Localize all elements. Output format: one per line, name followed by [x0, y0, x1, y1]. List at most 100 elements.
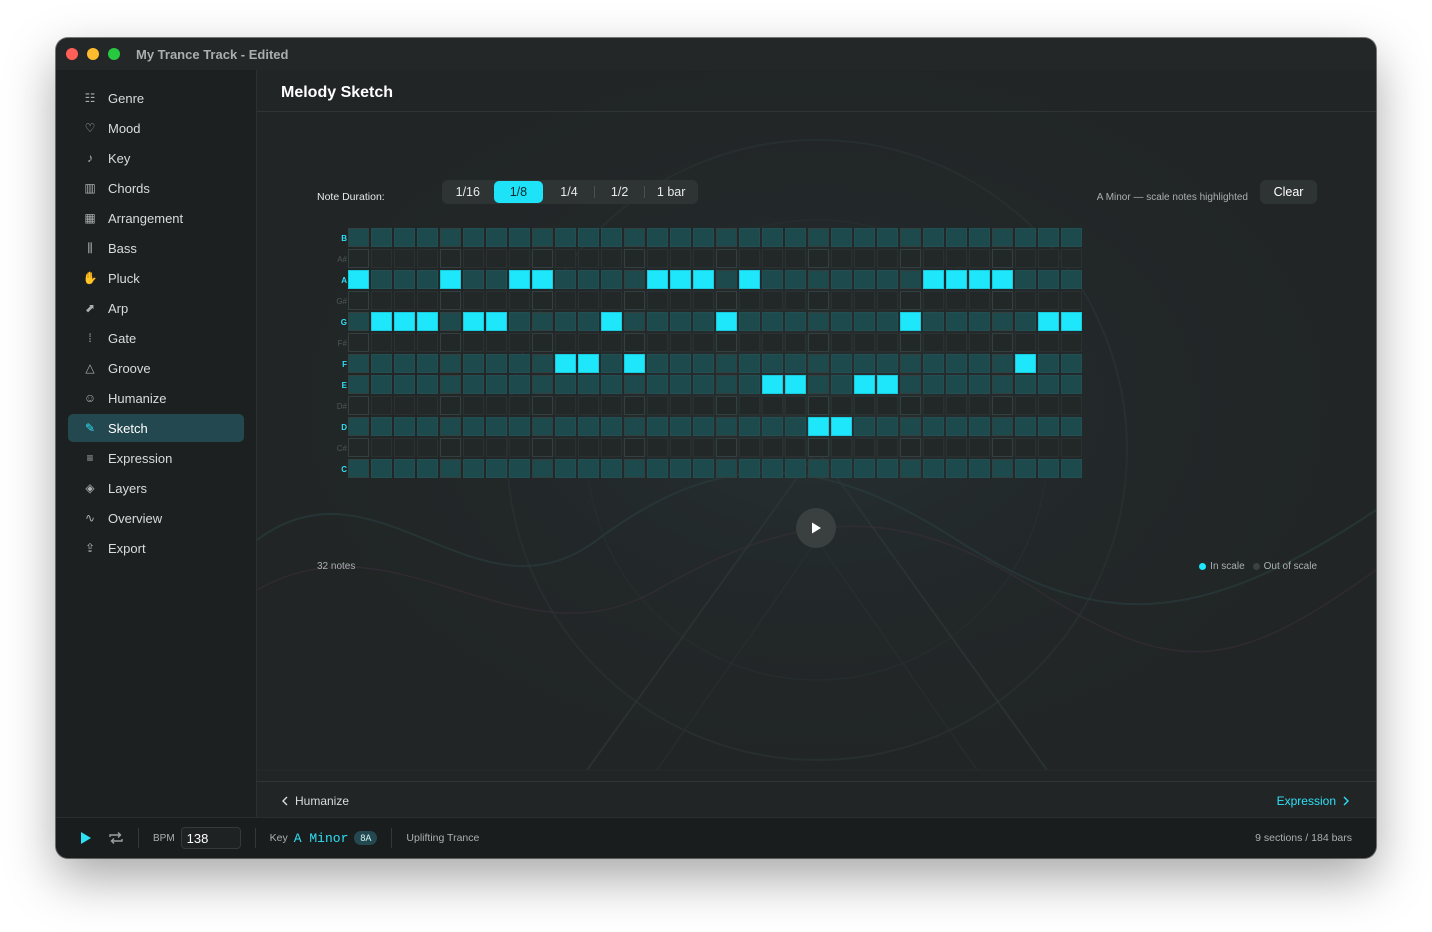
- note-cell[interactable]: [854, 228, 875, 247]
- note-cell[interactable]: [440, 228, 461, 247]
- note-cell[interactable]: [831, 375, 852, 394]
- note-cell[interactable]: [969, 312, 990, 331]
- note-cell[interactable]: [739, 396, 760, 415]
- note-cell[interactable]: [670, 438, 691, 457]
- note-cell[interactable]: [808, 312, 829, 331]
- note-cell[interactable]: [693, 354, 714, 373]
- note-cell[interactable]: [716, 228, 737, 247]
- note-cell[interactable]: [877, 438, 898, 457]
- note-cell[interactable]: [670, 312, 691, 331]
- note-cell[interactable]: [946, 249, 967, 268]
- note-cell[interactable]: [371, 438, 392, 457]
- note-cell[interactable]: [486, 291, 507, 310]
- sidebar-item-sketch[interactable]: ✎ Sketch: [68, 414, 244, 442]
- note-cell[interactable]: [670, 396, 691, 415]
- note-cell[interactable]: [831, 459, 852, 478]
- note-cell[interactable]: [348, 396, 369, 415]
- note-cell[interactable]: [854, 270, 875, 289]
- note-cell[interactable]: [923, 228, 944, 247]
- note-cell[interactable]: [1061, 438, 1082, 457]
- note-cell[interactable]: [348, 375, 369, 394]
- note-cell[interactable]: [900, 228, 921, 247]
- note-cell[interactable]: [808, 375, 829, 394]
- note-cell[interactable]: [693, 417, 714, 436]
- note-cell[interactable]: [348, 291, 369, 310]
- note-cell[interactable]: [555, 291, 576, 310]
- note-cell-active[interactable]: [1038, 312, 1059, 331]
- note-cell[interactable]: [463, 375, 484, 394]
- note-cell-active[interactable]: [371, 312, 392, 331]
- note-cell[interactable]: [532, 312, 553, 331]
- note-cell[interactable]: [509, 354, 530, 373]
- bpm-field[interactable]: [180, 827, 241, 849]
- note-cell[interactable]: [831, 249, 852, 268]
- note-cell[interactable]: [417, 291, 438, 310]
- note-cell[interactable]: [693, 228, 714, 247]
- note-cell[interactable]: [762, 354, 783, 373]
- note-cell[interactable]: [1061, 396, 1082, 415]
- note-cell[interactable]: [486, 438, 507, 457]
- note-cell[interactable]: [417, 459, 438, 478]
- note-cell[interactable]: [601, 396, 622, 415]
- note-cell-active[interactable]: [1061, 312, 1082, 331]
- note-cell[interactable]: [854, 354, 875, 373]
- note-cell[interactable]: [601, 459, 622, 478]
- note-cell[interactable]: [486, 249, 507, 268]
- note-cell-active[interactable]: [693, 270, 714, 289]
- note-cell[interactable]: [624, 291, 645, 310]
- note-cell[interactable]: [601, 270, 622, 289]
- note-cell[interactable]: [509, 228, 530, 247]
- note-cell[interactable]: [532, 375, 553, 394]
- note-cell[interactable]: [762, 291, 783, 310]
- note-cell[interactable]: [532, 291, 553, 310]
- note-cell[interactable]: [992, 438, 1013, 457]
- note-cell[interactable]: [1015, 291, 1036, 310]
- note-cell-active[interactable]: [394, 312, 415, 331]
- note-cell[interactable]: [578, 459, 599, 478]
- note-cell[interactable]: [831, 228, 852, 247]
- note-cell[interactable]: [900, 354, 921, 373]
- note-cell[interactable]: [900, 270, 921, 289]
- note-cell[interactable]: [762, 312, 783, 331]
- note-cell[interactable]: [1038, 249, 1059, 268]
- note-cell[interactable]: [785, 354, 806, 373]
- note-cell[interactable]: [509, 249, 530, 268]
- note-cell[interactable]: [831, 291, 852, 310]
- note-cell[interactable]: [762, 249, 783, 268]
- note-cell-active[interactable]: [831, 417, 852, 436]
- note-cell-active[interactable]: [808, 417, 829, 436]
- sidebar-item-layers[interactable]: ◈ Layers: [68, 474, 244, 502]
- duration-option[interactable]: 1/8: [493, 181, 544, 203]
- note-cell[interactable]: [371, 375, 392, 394]
- note-cell[interactable]: [1038, 459, 1059, 478]
- note-cell[interactable]: [900, 375, 921, 394]
- note-cell[interactable]: [877, 249, 898, 268]
- duration-option[interactable]: 1/4: [544, 181, 594, 203]
- note-cell[interactable]: [946, 228, 967, 247]
- note-cell[interactable]: [992, 417, 1013, 436]
- note-cell[interactable]: [394, 396, 415, 415]
- note-cell[interactable]: [923, 396, 944, 415]
- note-cell[interactable]: [532, 333, 553, 352]
- note-cell[interactable]: [463, 396, 484, 415]
- note-cell[interactable]: [762, 417, 783, 436]
- loop-button[interactable]: [108, 831, 124, 845]
- note-cell[interactable]: [1038, 333, 1059, 352]
- note-cell[interactable]: [1061, 417, 1082, 436]
- note-cell[interactable]: [578, 333, 599, 352]
- note-cell-active[interactable]: [601, 312, 622, 331]
- note-cell[interactable]: [923, 249, 944, 268]
- note-cell-active[interactable]: [785, 375, 806, 394]
- note-cell[interactable]: [831, 354, 852, 373]
- note-cell[interactable]: [417, 396, 438, 415]
- note-cell[interactable]: [969, 249, 990, 268]
- note-cell[interactable]: [762, 228, 783, 247]
- note-cell[interactable]: [1015, 312, 1036, 331]
- note-cell[interactable]: [1061, 228, 1082, 247]
- note-cell[interactable]: [762, 459, 783, 478]
- note-cell[interactable]: [578, 396, 599, 415]
- note-cell[interactable]: [348, 417, 369, 436]
- note-cell[interactable]: [946, 312, 967, 331]
- note-cell[interactable]: [440, 438, 461, 457]
- note-cell[interactable]: [739, 375, 760, 394]
